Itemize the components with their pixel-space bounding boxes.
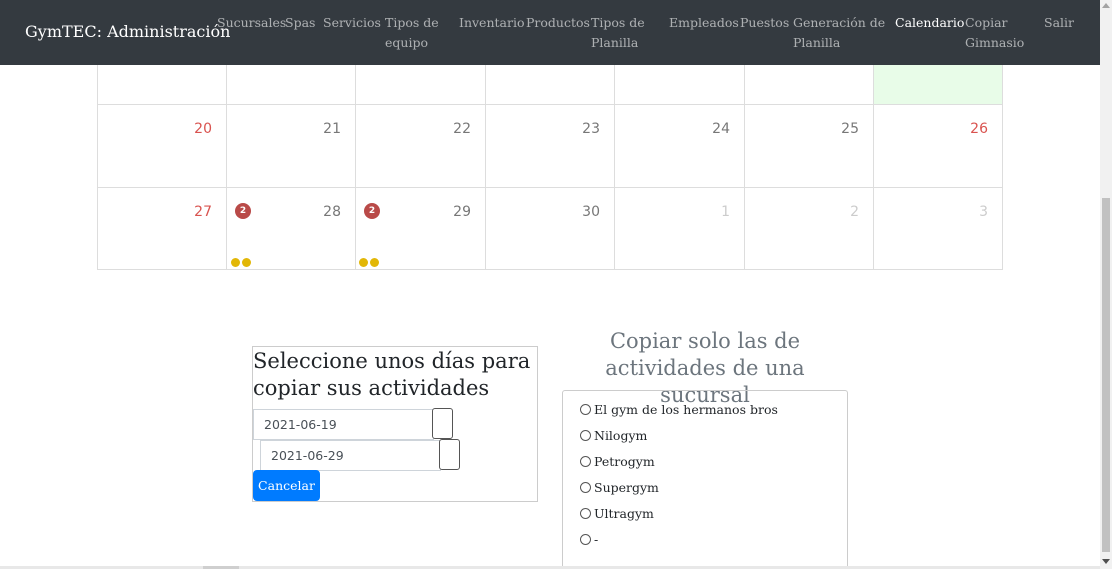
radio-button[interactable]	[580, 534, 591, 545]
nav-generacion-planilla[interactable]: Generación de Planilla	[793, 13, 885, 53]
end-date-input[interactable]: 2021-06-29	[260, 440, 441, 471]
event-dot[interactable]	[370, 258, 379, 267]
event-dot[interactable]	[359, 258, 368, 267]
day-number: 27	[194, 204, 212, 220]
radio-button[interactable]	[580, 456, 591, 467]
copy-days-card: Seleccione unos días para copiar sus act…	[252, 346, 538, 502]
calendar-day[interactable]: 2	[745, 188, 874, 270]
calendar-day[interactable]: 30	[486, 188, 615, 270]
nav-productos[interactable]: Productos	[526, 13, 590, 33]
nav-salir[interactable]: Salir	[1044, 13, 1074, 33]
calendar: 20 21 22 23 24 25 26 27 2 28 2 29 30 1 2	[97, 65, 1003, 270]
day-number: 2	[850, 204, 859, 220]
calendar-day-today[interactable]	[874, 65, 1003, 105]
scroll-up-icon[interactable]	[1102, 3, 1110, 8]
calendar-day[interactable]: 24	[615, 105, 745, 188]
calendar-day[interactable]: 3	[874, 188, 1003, 270]
day-number: 21	[323, 121, 341, 137]
day-number: 24	[712, 121, 730, 137]
copy-days-title: Seleccione unos días para copiar sus act…	[253, 349, 531, 400]
nav-spas[interactable]: Spas	[285, 13, 315, 33]
day-number: 25	[841, 121, 859, 137]
vertical-scrollbar[interactable]	[1100, 0, 1112, 569]
nav-tipos-planilla[interactable]: Tipos de Planilla	[591, 13, 645, 53]
branch-option[interactable]: Supergym	[580, 480, 659, 496]
nav-sucursales[interactable]: Sucursales	[217, 13, 286, 33]
calendar-day[interactable]: 2 29	[356, 188, 486, 270]
day-number: 20	[194, 121, 212, 137]
event-count-badge[interactable]: 2	[364, 203, 380, 219]
day-number: 26	[970, 121, 988, 137]
start-date-input[interactable]: 2021-06-19	[253, 409, 434, 440]
calendar-day[interactable]: 27	[97, 188, 227, 270]
nav-empleados[interactable]: Empleados	[669, 13, 739, 33]
branch-option[interactable]: El gym de los hermanos bros	[580, 402, 778, 418]
day-number: 1	[721, 204, 730, 220]
nav-calendario[interactable]: Calendario	[895, 13, 964, 33]
calendar-day[interactable]: 26	[874, 105, 1003, 188]
calendar-day[interactable]	[356, 65, 486, 105]
calendar-day[interactable]: 25	[745, 105, 874, 188]
event-dot[interactable]	[242, 258, 251, 267]
radio-button[interactable]	[580, 430, 591, 441]
nav-puestos[interactable]: Puestos	[740, 13, 789, 33]
branch-option[interactable]: -	[580, 532, 598, 548]
calendar-day[interactable]	[745, 65, 874, 105]
day-number: 30	[582, 204, 600, 220]
nav-tipos-equipo[interactable]: Tipos de equipo	[385, 13, 439, 53]
branch-option-label: Supergym	[594, 480, 659, 495]
nav-copiar-gimnasio[interactable]: Copiar Gimnasio	[965, 13, 1024, 53]
copy-branch-card: El gym de los hermanos bros Nilogym Petr…	[562, 390, 848, 569]
radio-button[interactable]	[580, 404, 591, 415]
branch-option-label: -	[594, 532, 599, 547]
branch-option-label: Ultragym	[594, 506, 654, 521]
branch-option[interactable]: Ultragym	[580, 506, 654, 522]
calendar-day[interactable]	[97, 65, 227, 105]
nav-inventario[interactable]: Inventario	[459, 13, 524, 33]
branch-option-label: Nilogym	[594, 428, 648, 443]
day-number: 29	[453, 204, 471, 220]
day-number: 23	[582, 121, 600, 137]
calendar-day[interactable]	[227, 65, 356, 105]
nav-servicios[interactable]: Servicios	[323, 13, 381, 33]
calendar-day[interactable]: 23	[486, 105, 615, 188]
start-date-picker-button[interactable]	[432, 408, 453, 439]
branch-option[interactable]: Nilogym	[580, 428, 647, 444]
end-date-picker-button[interactable]	[439, 439, 460, 470]
scrollbar-thumb[interactable]	[1102, 198, 1110, 552]
branch-option[interactable]: Petrogym	[580, 454, 655, 470]
radio-button[interactable]	[580, 508, 591, 519]
navbar: GymTEC: Administración Sucursales Spas S…	[0, 0, 1100, 65]
branch-option-label: Petrogym	[594, 454, 655, 469]
event-dot[interactable]	[231, 258, 240, 267]
calendar-day[interactable]	[615, 65, 745, 105]
radio-button[interactable]	[580, 482, 591, 493]
calendar-day[interactable]: 21	[227, 105, 356, 188]
event-count-badge[interactable]: 2	[235, 203, 251, 219]
day-number: 28	[323, 204, 341, 220]
calendar-day[interactable]: 1	[615, 188, 745, 270]
calendar-day[interactable]	[486, 65, 615, 105]
brand[interactable]: GymTEC: Administración	[25, 22, 230, 41]
calendar-day[interactable]: 22	[356, 105, 486, 188]
cancel-button[interactable]: Cancelar	[253, 470, 320, 501]
calendar-day[interactable]: 20	[97, 105, 227, 188]
calendar-day[interactable]: 2 28	[227, 188, 356, 270]
scroll-down-icon[interactable]	[1102, 559, 1110, 564]
branch-option-label: El gym de los hermanos bros	[594, 402, 778, 417]
day-number: 3	[979, 204, 988, 220]
day-number: 22	[453, 121, 471, 137]
